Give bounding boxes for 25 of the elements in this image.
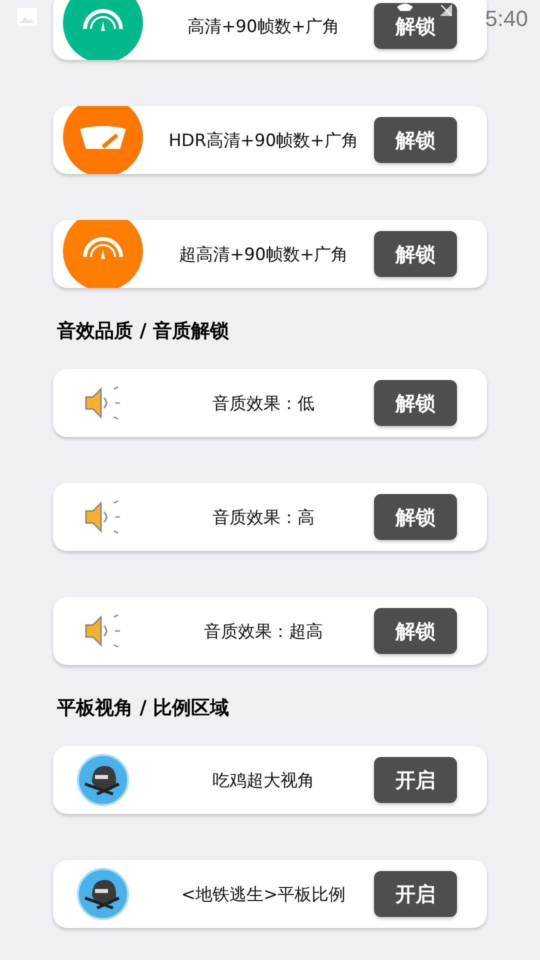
unlock-button[interactable]: 解锁: [374, 117, 457, 163]
unlock-button[interactable]: 解锁: [374, 608, 457, 654]
speaker-icon: [84, 613, 122, 649]
unlock-button[interactable]: 解锁: [374, 231, 457, 277]
enable-button[interactable]: 开启: [374, 757, 457, 803]
option-label: <地铁逃生>平板比例: [180, 884, 347, 906]
helmet-avatar-icon: [77, 868, 129, 920]
status-time: 5:40: [485, 6, 528, 32]
helmet-avatar-icon: [77, 754, 129, 806]
unlock-button[interactable]: 解锁: [374, 3, 457, 49]
unlock-button[interactable]: 解锁: [374, 380, 457, 426]
option-label: 超高清+90帧数+广角: [178, 244, 350, 266]
section-heading: 平板视角 / 比例区域: [56, 696, 230, 720]
option-label: 音质效果：高: [212, 506, 316, 528]
enable-button[interactable]: 开启: [374, 871, 457, 917]
speaker-icon: [84, 499, 122, 535]
option-label: HDR高清+90帧数+广角: [168, 130, 360, 152]
section-heading: 音效品质 / 音质解锁: [56, 319, 230, 343]
speaker-icon: [84, 385, 122, 421]
option-label: 音质效果：低: [212, 392, 316, 414]
option-label: 音质效果：超高: [203, 620, 324, 642]
option-label: 吃鸡超大视角: [212, 770, 316, 792]
image-icon: [17, 8, 37, 26]
unlock-button[interactable]: 解锁: [374, 494, 457, 540]
option-label: 高清+90帧数+广角: [186, 16, 341, 38]
